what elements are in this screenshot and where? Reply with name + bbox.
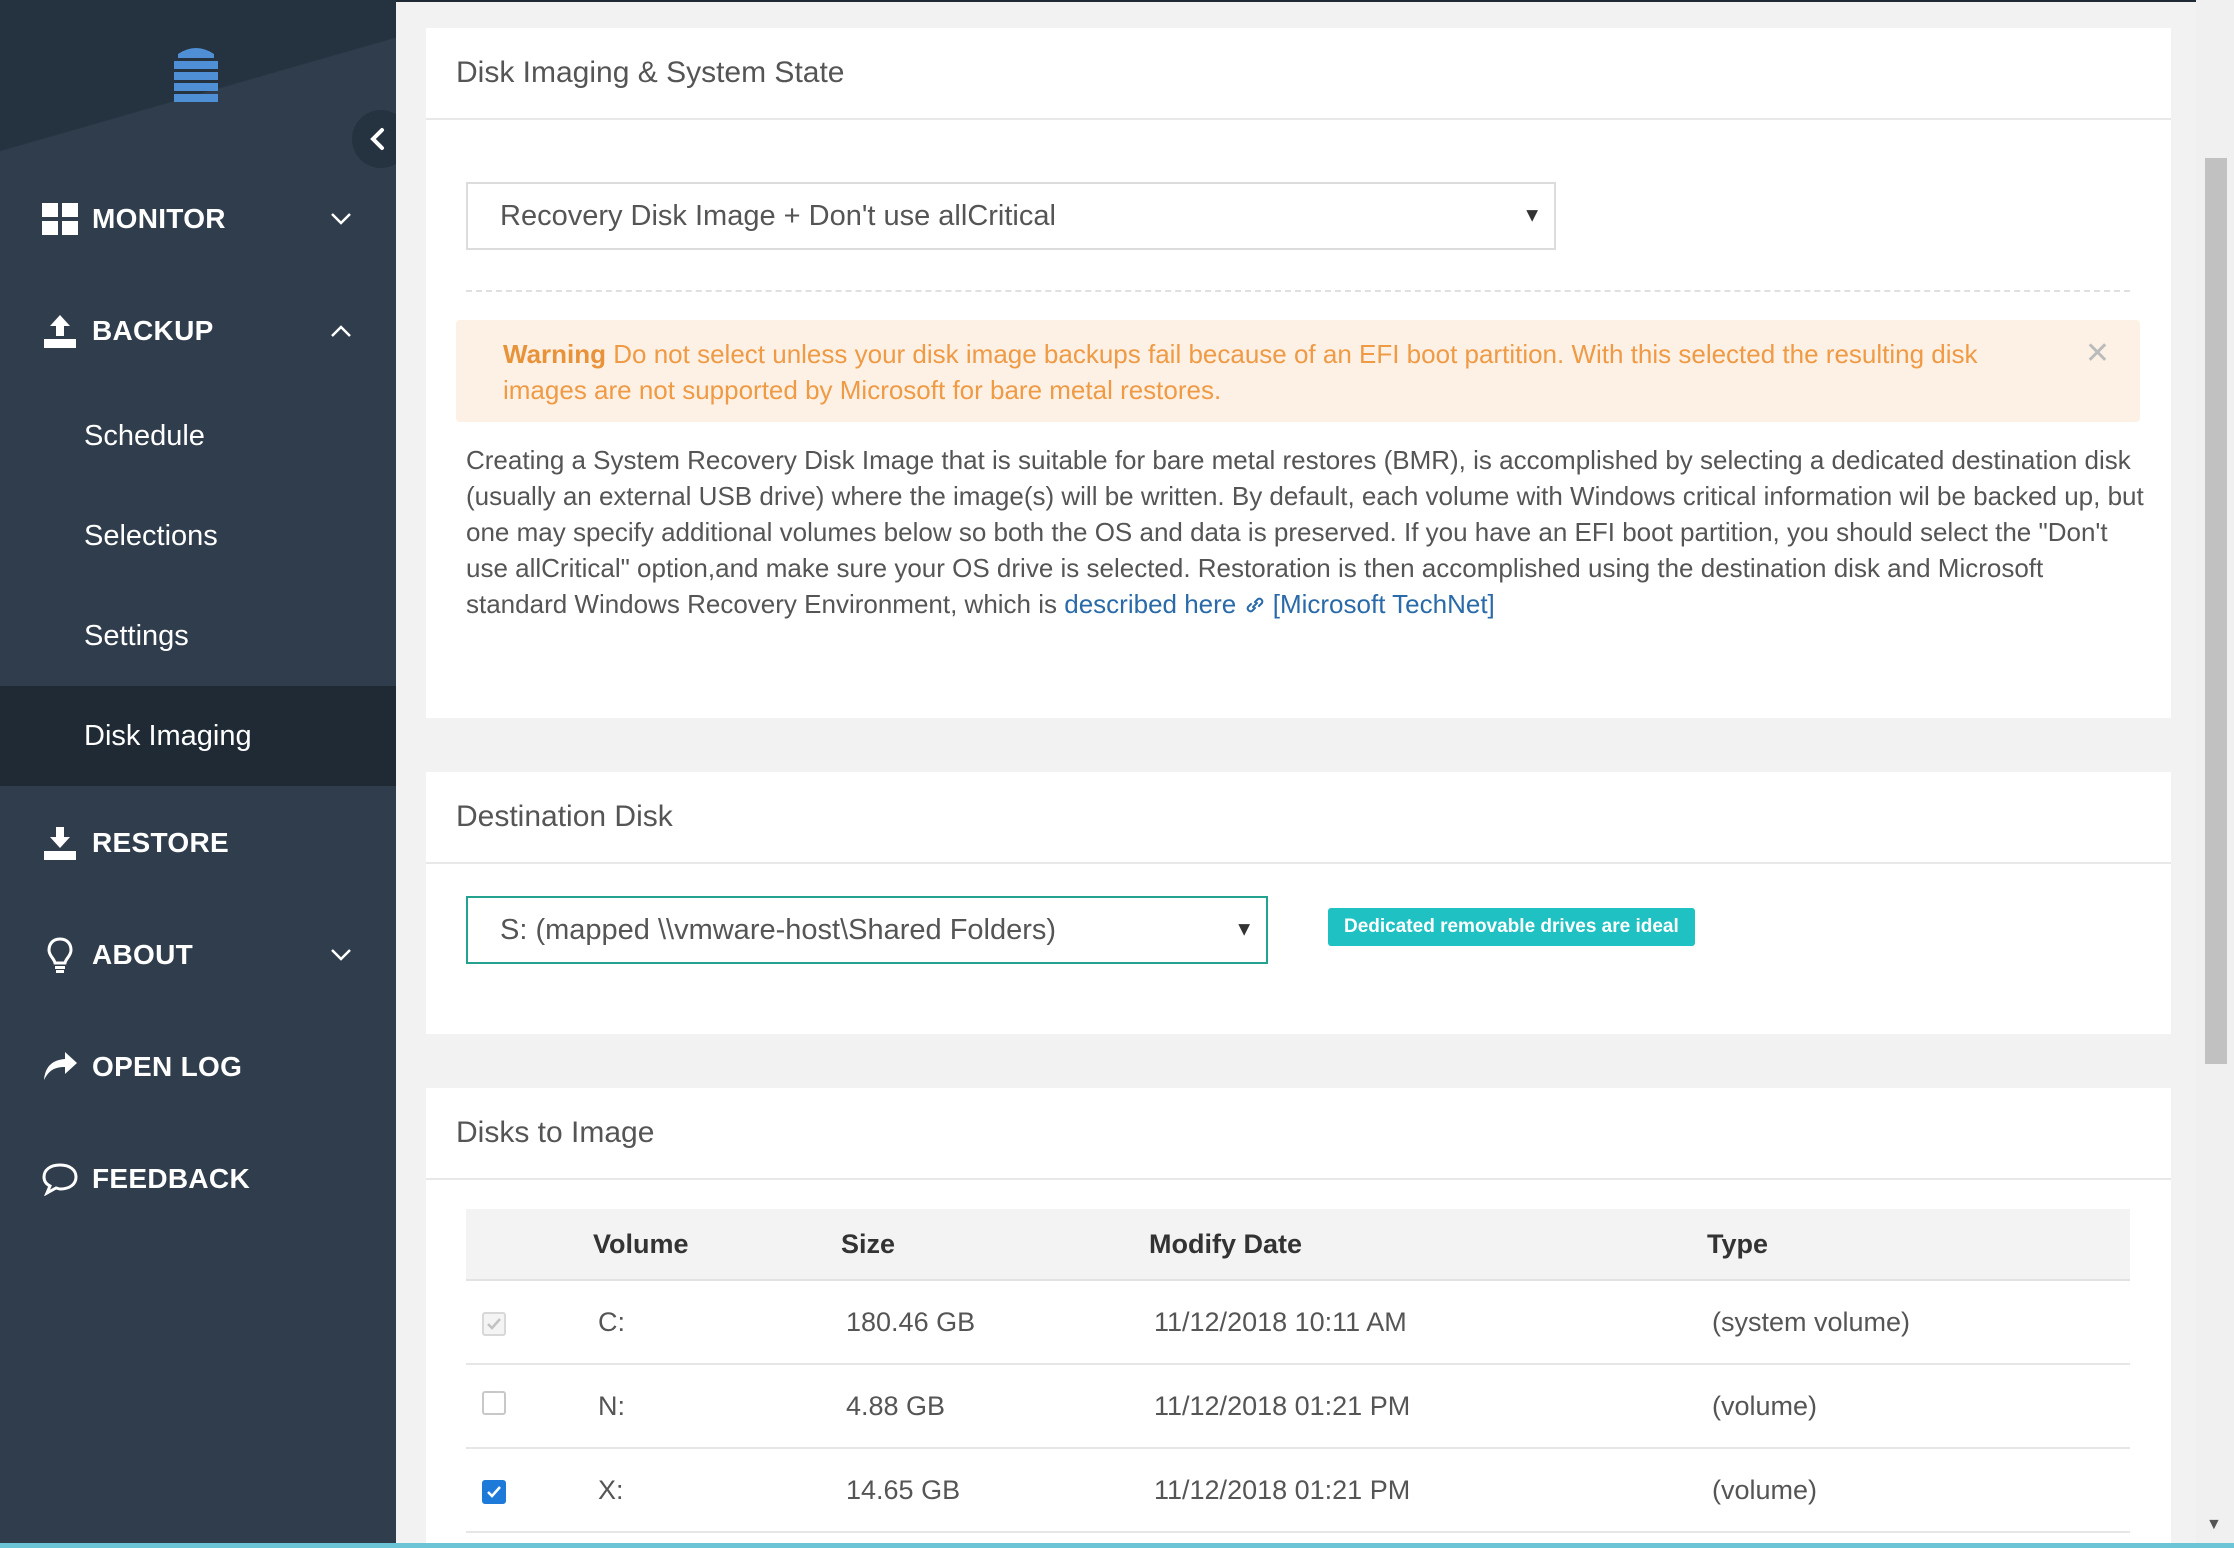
description-text: Creating a System Recovery Disk Image th…: [466, 442, 2146, 622]
nav-open-log-label: OPEN LOG: [92, 1051, 243, 1082]
nav-monitor-label: MONITOR: [92, 203, 226, 234]
sidebar-item-label: Selections: [84, 519, 218, 552]
link-icon: [1246, 597, 1263, 613]
panel-title: Disk Imaging & System State: [426, 28, 2171, 120]
table-row: X: 14.65 GB 11/12/2018 01:21 PM (volume): [466, 1448, 2130, 1533]
volume-cell: X:: [592, 1448, 840, 1533]
column-header-modify-date: Modify Date: [1148, 1209, 1706, 1281]
disks-to-image-panel: Disks to Image Volume Size Modify Date T…: [426, 1088, 2171, 1548]
nav-backup-label: BACKUP: [92, 315, 214, 346]
column-header-type: Type: [1706, 1209, 2130, 1281]
date-cell: 11/12/2018 10:11 AM: [1148, 1280, 1706, 1365]
size-cell: 180.46 GB: [840, 1280, 1148, 1365]
download-icon: [40, 823, 80, 863]
destination-disk-panel: Destination Disk S: (mapped \\vmware-hos…: [426, 772, 2171, 1034]
disks-table: Volume Size Modify Date Type C: 180.46 G…: [466, 1209, 2130, 1533]
system-state-panel: Disk Imaging & System State Recovery Dis…: [426, 28, 2171, 718]
row-checkbox[interactable]: [482, 1311, 506, 1336]
caret-down-icon: ▼: [1234, 918, 1254, 941]
scroll-down-arrow-icon[interactable]: ▼: [2206, 1516, 2222, 1534]
bottom-border: [0, 1543, 2234, 1548]
select-column-header: [466, 1209, 592, 1281]
destination-disk-value: S: (mapped \\vmware-host\Shared Folders): [500, 913, 1057, 946]
nav-open-log[interactable]: OPEN LOG: [0, 1022, 396, 1112]
type-cell: (volume): [1706, 1448, 2130, 1533]
share-arrow-icon: [40, 1047, 80, 1087]
type-cell: (system volume): [1706, 1280, 2130, 1365]
nav-restore-label: RESTORE: [92, 827, 229, 858]
described-here-link[interactable]: described here [Microsoft TechNet]: [1064, 589, 1495, 619]
check-icon: [487, 1317, 501, 1330]
table-row: C: 180.46 GB 11/12/2018 10:11 AM (system…: [466, 1280, 2130, 1365]
database-logo-icon: [174, 48, 218, 102]
row-checkbox[interactable]: [482, 1390, 506, 1415]
size-cell: 4.88 GB: [840, 1364, 1148, 1449]
upload-icon: [40, 311, 80, 351]
chevron-down-icon: [326, 204, 356, 234]
warning-alert: Warning Do not select unless your disk i…: [456, 320, 2140, 422]
close-icon[interactable]: ✕: [2085, 336, 2110, 372]
caret-down-icon: ▼: [1522, 204, 1542, 227]
column-header-volume: Volume: [592, 1209, 840, 1281]
nav-backup[interactable]: BACKUP: [0, 286, 396, 376]
sidebar-item-label: Settings: [84, 619, 189, 652]
table-header: Volume Size Modify Date Type: [466, 1209, 2130, 1281]
top-border: [396, 0, 2234, 2]
sidebar-item-selections[interactable]: Selections: [0, 486, 396, 586]
nav-feedback-label: FEEDBACK: [92, 1163, 250, 1194]
nav-feedback[interactable]: FEEDBACK: [0, 1134, 396, 1224]
divider: [466, 290, 2130, 292]
sidebar-item-disk-imaging[interactable]: Disk Imaging: [0, 686, 396, 786]
recovery-mode-value: Recovery Disk Image + Don't use allCriti…: [500, 199, 1056, 232]
size-cell: 14.65 GB: [840, 1448, 1148, 1533]
table-row: N: 4.88 GB 11/12/2018 01:21 PM (volume): [466, 1364, 2130, 1449]
dashboard-icon: [40, 199, 80, 239]
date-cell: 11/12/2018 01:21 PM: [1148, 1448, 1706, 1533]
warning-text: Do not select unless your disk image bac…: [503, 339, 1978, 405]
check-icon: [487, 1485, 501, 1498]
scrollbar-thumb[interactable]: [2205, 158, 2227, 1064]
sidebar-item-settings[interactable]: Settings: [0, 586, 396, 686]
info-badge: Dedicated removable drives are ideal: [1328, 908, 1695, 946]
vertical-scrollbar[interactable]: ▼: [2196, 0, 2234, 1548]
lightbulb-icon: [40, 935, 80, 975]
nav-about-label: ABOUT: [92, 939, 194, 970]
sidebar-item-label: Disk Imaging: [84, 719, 252, 752]
nav-monitor[interactable]: MONITOR: [0, 174, 396, 264]
speech-bubble-icon: [40, 1159, 80, 1199]
chevron-left-icon: [370, 128, 384, 150]
sidebar-item-schedule[interactable]: Schedule: [0, 386, 396, 486]
type-cell: (volume): [1706, 1364, 2130, 1449]
warning-label: Warning: [503, 339, 607, 369]
recovery-mode-select[interactable]: Recovery Disk Image + Don't use allCriti…: [466, 182, 1556, 250]
row-checkbox[interactable]: [482, 1479, 506, 1504]
sidebar-item-label: Schedule: [84, 419, 205, 452]
date-cell: 11/12/2018 01:21 PM: [1148, 1364, 1706, 1449]
column-header-size: Size: [840, 1209, 1148, 1281]
volume-cell: N:: [592, 1364, 840, 1449]
sidebar: MONITOR BACKUP Schedule Selections Setti…: [0, 0, 396, 1548]
chevron-down-icon: [326, 940, 356, 970]
panel-title: Destination Disk: [426, 772, 2171, 864]
volume-cell: C:: [592, 1280, 840, 1365]
chevron-up-icon: [326, 316, 356, 346]
nav-restore[interactable]: RESTORE: [0, 798, 396, 888]
panel-title: Disks to Image: [426, 1088, 2171, 1180]
destination-disk-select[interactable]: S: (mapped \\vmware-host\Shared Folders)…: [466, 896, 1268, 964]
nav-about[interactable]: ABOUT: [0, 910, 396, 1000]
